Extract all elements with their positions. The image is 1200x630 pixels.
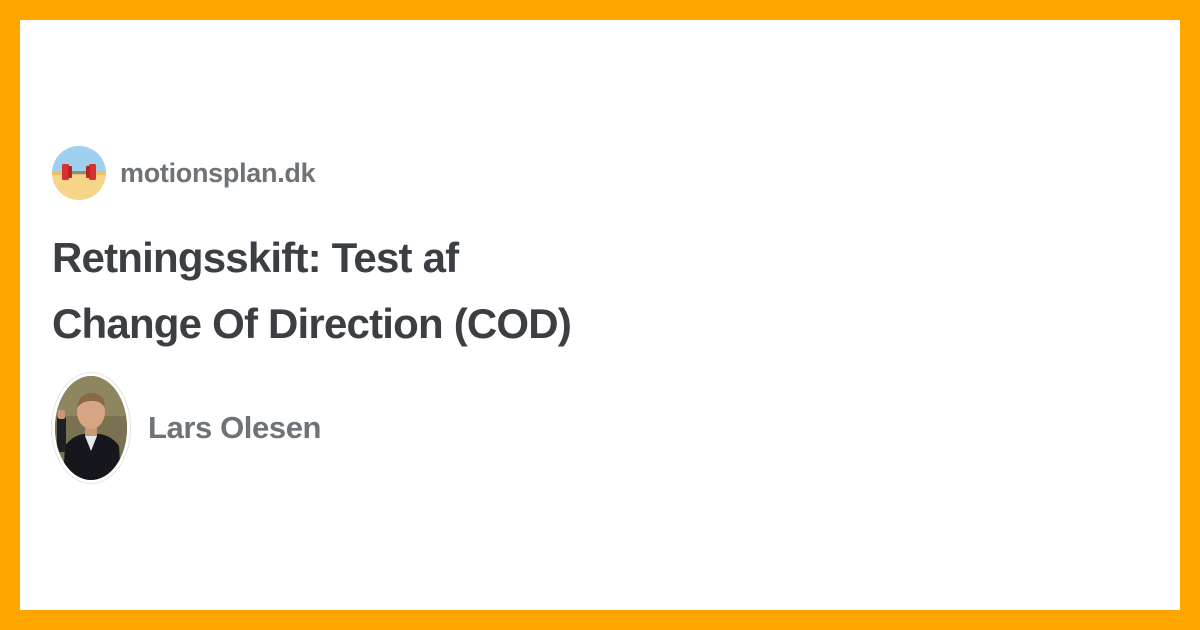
author-avatar: [52, 373, 130, 483]
preview-card[interactable]: motionsplan.dk Retningsskift: Test af Ch…: [20, 20, 1180, 610]
article-title: Retningsskift: Test af Change Of Directi…: [52, 225, 652, 357]
article-title-line-2: Change Of Direction (COD): [52, 300, 572, 347]
author-info[interactable]: Lars Olesen: [52, 373, 322, 483]
article-title-line-1: Retningsskift: Test af: [52, 234, 459, 281]
site-name: motionsplan.dk: [120, 157, 316, 188]
dumbbell-beach-icon: [52, 146, 106, 200]
author-name: Lars Olesen: [148, 410, 322, 445]
site-header[interactable]: motionsplan.dk: [52, 146, 316, 200]
